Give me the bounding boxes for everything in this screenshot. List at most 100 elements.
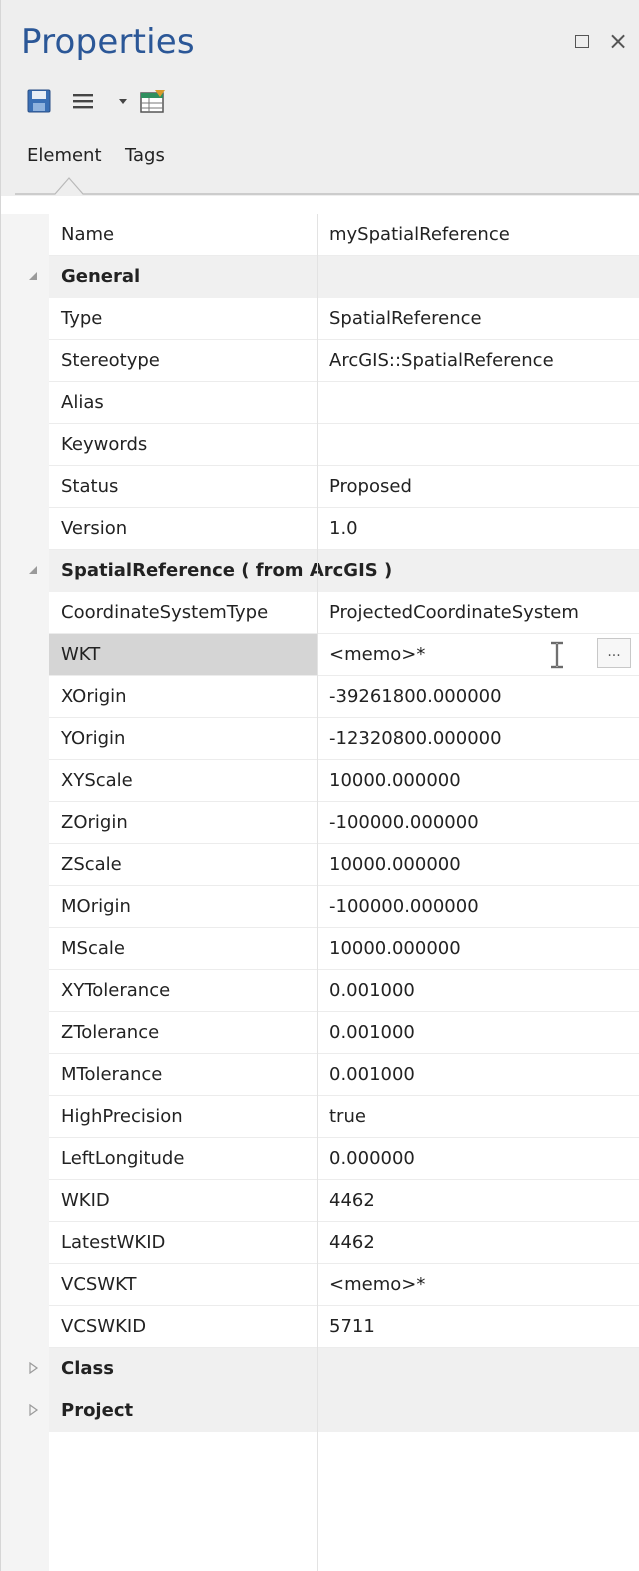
property-row[interactable]: XYScale 10000.000000 [1,760,639,802]
property-name-cell[interactable]: MTolerance [49,1054,317,1096]
property-value-cell[interactable]: <memo>*... [318,634,639,676]
dropdown-arrow-icon[interactable] [117,88,129,114]
property-value: -39261800.000000 [329,686,502,707]
property-row[interactable]: Type SpatialReference [1,298,639,340]
property-value-cell[interactable]: Proposed [318,466,639,508]
property-row[interactable]: Version 1.0 [1,508,639,550]
property-name-cell[interactable]: MOrigin [49,886,317,928]
property-name-cell[interactable]: Version [49,508,317,550]
property-name-cell[interactable]: Alias [49,382,317,424]
property-value-cell[interactable]: 10000.000000 [318,928,639,970]
property-value-cell[interactable]: true [318,1096,639,1138]
property-name-cell[interactable]: YOrigin [49,718,317,760]
property-name-cell[interactable]: ZOrigin [49,802,317,844]
property-row[interactable]: MScale 10000.000000 [1,928,639,970]
property-name-cell[interactable]: LatestWKID [49,1222,317,1264]
property-row[interactable]: MOrigin -100000.000000 [1,886,639,928]
menu-icon[interactable] [71,88,95,114]
section-header[interactable]: SpatialReference ( from ArcGIS ) [1,550,639,592]
property-value-cell[interactable]: -39261800.000000 [318,676,639,718]
property-value-cell[interactable] [318,382,639,424]
property-name-cell[interactable]: WKID [49,1180,317,1222]
property-name-cell[interactable]: XOrigin [49,676,317,718]
property-value-cell[interactable]: SpatialReference [318,298,639,340]
property-row[interactable]: LatestWKID 4462 [1,1222,639,1264]
property-name-cell[interactable]: VCSWKID [49,1306,317,1348]
property-value: 4462 [329,1232,375,1253]
property-row[interactable]: Status Proposed [1,466,639,508]
property-row[interactable]: XOrigin -39261800.000000 [1,676,639,718]
property-name-cell[interactable]: MScale [49,928,317,970]
section-header[interactable]: Class [1,1348,639,1390]
property-value-cell[interactable] [318,424,639,466]
close-icon[interactable]: × [607,29,629,53]
save-icon[interactable] [27,88,51,114]
property-value-cell[interactable]: 0.001000 [318,970,639,1012]
property-row[interactable]: Stereotype ArcGIS::SpatialReference [1,340,639,382]
property-row[interactable]: WKID 4462 [1,1180,639,1222]
property-row[interactable]: ZTolerance 0.001000 [1,1012,639,1054]
property-row[interactable]: Name mySpatialReference [1,214,639,256]
property-name-cell[interactable]: XYScale [49,760,317,802]
property-name-cell[interactable]: WKT [49,634,317,676]
property-value: 10000.000000 [329,854,461,875]
section-header[interactable]: Project [1,1390,639,1432]
property-row[interactable]: VCSWKID 5711 [1,1306,639,1348]
property-name-cell[interactable]: ZScale [49,844,317,886]
collapse-icon[interactable] [27,270,39,282]
property-name-cell[interactable]: HighPrecision [49,1096,317,1138]
property-row[interactable]: ZOrigin -100000.000000 [1,802,639,844]
expand-icon[interactable] [27,1362,39,1374]
ellipsis-button[interactable]: ... [597,638,631,668]
property-name-cell[interactable]: Status [49,466,317,508]
property-name-cell[interactable]: Stereotype [49,340,317,382]
property-name-cell[interactable]: CoordinateSystemType [49,592,317,634]
property-value-cell[interactable]: 0.001000 [318,1054,639,1096]
property-row[interactable]: VCSWKT <memo>* [1,1264,639,1306]
grid-icon[interactable] [139,88,167,114]
property-value-cell[interactable]: -100000.000000 [318,886,639,928]
property-name-cell[interactable]: XYTolerance [49,970,317,1012]
column-divider[interactable] [317,214,318,1571]
property-name-cell[interactable]: Name [49,214,317,256]
property-value-cell[interactable]: 0.000000 [318,1138,639,1180]
maximize-icon[interactable] [571,30,593,52]
property-value-cell[interactable]: -100000.000000 [318,802,639,844]
property-row[interactable]: LeftLongitude 0.000000 [1,1138,639,1180]
property-value-cell[interactable]: 4462 [318,1180,639,1222]
property-row[interactable]: ZScale 10000.000000 [1,844,639,886]
property-row[interactable]: MTolerance 0.001000 [1,1054,639,1096]
property-value-cell[interactable]: <memo>* [318,1264,639,1306]
property-name: ZOrigin [61,812,128,833]
property-name-cell[interactable]: LeftLongitude [49,1138,317,1180]
expand-icon[interactable] [27,1404,39,1416]
property-name: Type [61,308,103,329]
property-name-cell[interactable]: ZTolerance [49,1012,317,1054]
property-value-cell[interactable]: 10000.000000 [318,760,639,802]
property-value-cell[interactable]: mySpatialReference [318,214,639,256]
property-value-cell[interactable]: 5711 [318,1306,639,1348]
property-name-cell[interactable]: VCSWKT [49,1264,317,1306]
tab-tags[interactable]: Tags [125,144,165,168]
property-value-cell[interactable]: 4462 [318,1222,639,1264]
property-row[interactable]: Keywords [1,424,639,466]
collapse-icon[interactable] [27,564,39,576]
section-header[interactable]: General [1,256,639,298]
property-value-cell[interactable]: 10000.000000 [318,844,639,886]
property-value-cell[interactable]: -12320800.000000 [318,718,639,760]
property-row[interactable]: YOrigin -12320800.000000 [1,718,639,760]
tab-element[interactable]: Element [27,144,102,168]
property-value-cell[interactable]: 1.0 [318,508,639,550]
property-row[interactable]: Alias [1,382,639,424]
property-row[interactable]: XYTolerance 0.001000 [1,970,639,1012]
property-value-cell[interactable]: ArcGIS::SpatialReference [318,340,639,382]
property-value-cell[interactable]: ProjectedCoordinateSystem [318,592,639,634]
property-value-cell[interactable]: 0.001000 [318,1012,639,1054]
property-row[interactable]: HighPrecision true [1,1096,639,1138]
property-name-cell[interactable]: Keywords [49,424,317,466]
property-row[interactable]: CoordinateSystemType ProjectedCoordinateS… [1,592,639,634]
property-name-cell[interactable]: Type [49,298,317,340]
section-label: General [61,266,141,287]
property-row[interactable]: WKT <memo>*... [1,634,639,676]
property-value: -100000.000000 [329,896,479,917]
